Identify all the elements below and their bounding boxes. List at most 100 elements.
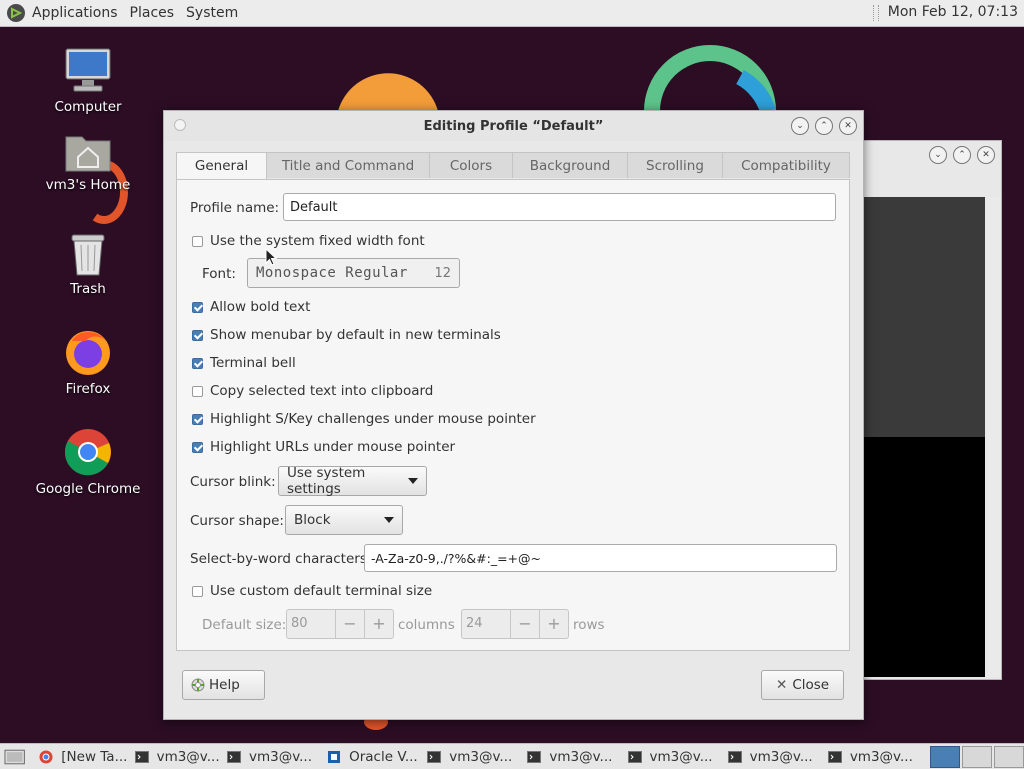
profile-name-label: Profile name: xyxy=(190,200,280,216)
show-menubar-checkbox[interactable]: Show menubar by default in new terminals xyxy=(192,327,501,343)
taskbar-item[interactable]: vm3@v... xyxy=(131,746,223,767)
default-size-label: Default size: xyxy=(202,617,287,633)
tab-general[interactable]: General xyxy=(176,152,267,181)
maximize-icon[interactable]: ⌃ xyxy=(815,117,833,135)
increment-icon[interactable]: + xyxy=(540,610,568,638)
taskbar-item[interactable]: [New Ta... xyxy=(35,746,130,767)
checkbox-box[interactable] xyxy=(192,385,203,397)
decrement-icon[interactable]: − xyxy=(511,610,540,638)
rows-spinner[interactable]: 24 − + xyxy=(461,609,569,639)
close-button-label: Close xyxy=(792,677,830,693)
firefox-icon xyxy=(66,331,110,375)
taskbar-item-label: vm3@v... xyxy=(749,748,813,765)
close-icon[interactable]: ✕ xyxy=(839,117,857,135)
select-by-word-input[interactable] xyxy=(364,544,837,572)
rows-label: rows xyxy=(573,617,605,633)
minimize-icon[interactable]: ⌄ xyxy=(791,117,809,135)
checkbox-label: Copy selected text into clipboard xyxy=(210,383,434,399)
custom-size-label: Use custom default terminal size xyxy=(210,583,433,599)
columns-value[interactable]: 80 xyxy=(287,610,336,638)
custom-size-checkbox[interactable]: Use custom default terminal size xyxy=(192,583,432,599)
cursor-blink-dropdown[interactable]: Use system settings xyxy=(278,465,427,497)
font-label: Font: xyxy=(202,266,236,282)
checkbox-box[interactable] xyxy=(192,441,203,453)
checkbox-box[interactable] xyxy=(192,585,203,597)
desktop-icon-chrome[interactable]: Google Chrome xyxy=(33,427,143,497)
tab-background[interactable]: Background xyxy=(512,152,628,178)
rows-value[interactable]: 24 xyxy=(462,610,511,638)
decrement-icon[interactable]: − xyxy=(336,610,365,638)
profile-editor-dialog: Editing Profile “Default” ⌄ ⌃ ✕ General … xyxy=(163,110,864,720)
profile-name-input[interactable] xyxy=(283,193,836,221)
taskbar-item[interactable]: vm3@v... xyxy=(223,746,323,767)
terminal-icon xyxy=(226,750,241,763)
cursor-blink-label: Cursor blink: xyxy=(190,474,276,490)
highlight-skey-checkbox[interactable]: Highlight S/Key challenges under mouse p… xyxy=(192,411,536,427)
tab-bar: General Title and Command Colors Backgro… xyxy=(176,152,850,181)
close-button[interactable]: ✕ Close xyxy=(761,670,844,700)
checkbox-box[interactable] xyxy=(192,329,203,341)
help-button[interactable]: Help xyxy=(182,670,265,700)
close-icon[interactable]: ✕ xyxy=(977,146,995,164)
applications-menu[interactable]: Applications xyxy=(32,5,118,21)
terminal-area[interactable] xyxy=(863,437,985,677)
taskbar-item-label: vm3@v... xyxy=(549,748,613,765)
cursor-blink-value: Use system settings xyxy=(287,465,366,497)
desktop-icon-label: Google Chrome xyxy=(35,481,141,497)
desktop-icon-firefox[interactable]: Firefox xyxy=(33,327,143,397)
allow-bold-checkbox[interactable]: Allow bold text xyxy=(192,299,310,315)
font-picker-button[interactable]: Monospace Regular 12 xyxy=(247,258,460,288)
columns-spinner[interactable]: 80 − + xyxy=(286,609,394,639)
dialog-titlebar[interactable]: Editing Profile “Default” ⌄ ⌃ ✕ xyxy=(164,111,863,141)
checkbox-label: Terminal bell xyxy=(210,355,296,371)
top-panel: Applications Places System Mon Feb 12, 0… xyxy=(0,0,1024,27)
increment-icon[interactable]: + xyxy=(365,610,393,638)
maximize-icon[interactable]: ⌃ xyxy=(953,146,971,164)
terminal-bell-checkbox[interactable]: Terminal bell xyxy=(192,355,296,371)
distro-logo-icon[interactable] xyxy=(6,3,26,23)
clock[interactable]: Mon Feb 12, 07:13 xyxy=(888,4,1018,20)
tab-compatibility[interactable]: Compatibility xyxy=(722,152,850,178)
tab-scrolling[interactable]: Scrolling xyxy=(627,152,723,178)
tab-colors[interactable]: Colors xyxy=(429,152,513,178)
close-icon: ✕ xyxy=(776,677,788,693)
desktop-icon-home[interactable]: vm3's Home xyxy=(33,131,143,193)
use-system-font-checkbox[interactable]: Use the system fixed width font xyxy=(192,233,425,249)
taskbar-item[interactable]: vm3@v... xyxy=(624,746,724,767)
background-terminal-window[interactable]: ⌄ ⌃ ✕ xyxy=(862,140,1002,680)
checkbox-box[interactable] xyxy=(192,235,203,247)
taskbar-item[interactable]: vm3@v... xyxy=(523,746,623,767)
taskbar-item[interactable]: vm3@v... xyxy=(724,746,824,767)
show-desktop-icon[interactable] xyxy=(4,748,27,766)
taskbar-item[interactable]: vm3@v... xyxy=(824,746,924,767)
scrollbar[interactable] xyxy=(987,197,1001,677)
checkbox-box[interactable] xyxy=(192,357,203,369)
panel-separator xyxy=(873,5,879,21)
workspace-1[interactable] xyxy=(929,745,960,768)
workspace-switcher[interactable] xyxy=(929,745,1024,768)
chrome-icon xyxy=(39,750,53,763)
terminal-area[interactable] xyxy=(863,197,985,437)
columns-label: columns xyxy=(398,617,455,633)
home-folder-icon xyxy=(65,136,111,172)
workspace-2[interactable] xyxy=(961,745,992,768)
chevron-down-icon xyxy=(408,478,418,484)
taskbar-item-label: Oracle V... xyxy=(349,748,418,765)
system-menu[interactable]: System xyxy=(186,5,238,21)
taskbar-item[interactable]: Oracle V... xyxy=(323,746,423,767)
desktop-icon-trash[interactable]: Trash xyxy=(33,231,143,297)
taskbar-item[interactable]: vm3@v... xyxy=(423,746,523,767)
taskbar-item-label: vm3@v... xyxy=(248,748,313,765)
minimize-icon[interactable]: ⌄ xyxy=(929,146,947,164)
checkbox-box[interactable] xyxy=(192,413,203,425)
tab-title-and-command[interactable]: Title and Command xyxy=(266,152,430,178)
desktop-icon-computer[interactable]: Computer xyxy=(33,47,143,115)
cursor-shape-dropdown[interactable]: Block xyxy=(285,505,403,535)
workspace-3[interactable] xyxy=(993,745,1024,768)
terminal-icon xyxy=(727,750,742,763)
copy-to-clipboard-checkbox[interactable]: Copy selected text into clipboard xyxy=(192,383,433,399)
places-menu[interactable]: Places xyxy=(130,5,175,21)
help-button-label: Help xyxy=(209,677,240,693)
checkbox-box[interactable] xyxy=(192,301,203,313)
highlight-urls-checkbox[interactable]: Highlight URLs under mouse pointer xyxy=(192,439,455,455)
